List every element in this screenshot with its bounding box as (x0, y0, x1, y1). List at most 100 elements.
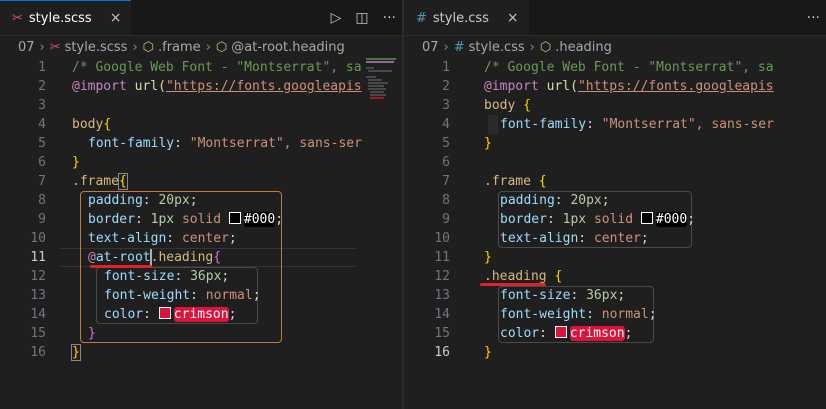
scss-file-icon: ✂ (49, 39, 61, 55)
code-line: } (71, 344, 81, 361)
code-line: border: 1px solid #000; (500, 212, 696, 227)
code-line: color: crimson; (104, 307, 237, 322)
breadcrumb: 07 › ✂ style.scss › ⬡ .frame › ⬡ @at-roo… (18, 36, 345, 58)
line-number: 14 (30, 307, 46, 322)
red-underline-annotation (480, 283, 546, 286)
breadcrumb-file[interactable]: style.css (469, 40, 525, 55)
chevron-right-icon: › (39, 39, 45, 55)
line-number: 5 (442, 136, 450, 151)
code-line: font-family: "Montserrat", sans-ser (88, 136, 362, 151)
code-line: padding: 20px; (88, 193, 198, 208)
css-file-icon: # (453, 39, 465, 55)
split-editor-icon[interactable]: ◫ (355, 10, 368, 26)
tab-bar: ✂ style.scss × ▷ ◫ ··· (0, 0, 402, 36)
color-swatch[interactable] (554, 326, 567, 338)
line-number: 12 (434, 269, 450, 284)
line-number: 1 (38, 60, 46, 75)
line-number: 6 (38, 155, 46, 170)
line-number: 7 (38, 174, 46, 189)
line-number: 5 (38, 136, 46, 151)
css-file-icon: # (416, 10, 427, 26)
editor-actions: ··· (807, 0, 820, 35)
line-number: 16 (30, 345, 46, 360)
tab-label: style.scss (28, 10, 92, 26)
code-line: @import url("https://fonts.googleapis (72, 79, 362, 94)
run-icon[interactable]: ▷ (331, 10, 342, 26)
breadcrumb: 07 › # style.css › ⬡ .heading (422, 36, 612, 58)
color-swatch[interactable] (228, 212, 241, 224)
line-number: 2 (38, 79, 46, 94)
color-swatch[interactable] (640, 212, 653, 224)
breadcrumb-folder[interactable]: 07 (422, 40, 439, 55)
code-line: font-size: 36px; (104, 269, 230, 284)
tab-style-scss[interactable]: ✂ style.scss × (0, 0, 132, 35)
css-editor-pane: # style.css × ··· 07 › # style.css › ⬡ .… (404, 0, 826, 409)
color-swatch[interactable] (158, 307, 171, 319)
chevron-right-icon: › (529, 39, 535, 55)
line-number: 14 (434, 307, 450, 322)
code-line: } (72, 155, 80, 170)
indent-guide (488, 115, 498, 134)
code-line: padding: 20px; (500, 193, 610, 208)
more-actions-icon[interactable]: ··· (807, 10, 820, 26)
code-line: @import url("https://fonts.googleapis (484, 79, 774, 94)
close-icon[interactable]: × (507, 10, 519, 26)
text-cursor (150, 249, 152, 266)
line-number: 9 (442, 212, 450, 227)
line-number: 13 (434, 288, 450, 303)
line-number: 11 (434, 250, 450, 265)
chevron-right-icon: › (443, 39, 449, 55)
breadcrumb-selector[interactable]: @at-root.heading (231, 40, 345, 55)
line-number: 15 (434, 326, 450, 341)
code-line: border: 1px solid #000; (88, 212, 284, 227)
breadcrumb-file[interactable]: style.scss (65, 40, 128, 55)
code-line: .frame{ (72, 173, 128, 190)
code-line: text-align: center; (500, 231, 649, 246)
breadcrumb-selector[interactable]: .heading (555, 40, 612, 55)
tab-bar: # style.css × ··· (404, 0, 826, 36)
line-number: 4 (442, 117, 450, 132)
scss-editor-pane: ✂ style.scss × ▷ ◫ ··· 07 › ✂ style.scss… (0, 0, 402, 409)
line-number: 13 (30, 288, 46, 303)
close-icon[interactable]: × (110, 10, 122, 26)
selector-icon: ⬡ (142, 39, 154, 55)
code-line: font-family: "Montserrat", sans-ser (500, 117, 774, 132)
line-number: 7 (442, 174, 450, 189)
line-number: 10 (30, 231, 46, 246)
line-number: 3 (38, 98, 46, 113)
selector-icon: ⬡ (539, 39, 552, 55)
code-line: body { (484, 98, 531, 113)
breadcrumb-selector[interactable]: .frame (158, 40, 201, 55)
breadcrumb-folder[interactable]: 07 (18, 40, 35, 55)
tab-style-css[interactable]: # style.css × (404, 0, 529, 35)
more-actions-icon[interactable]: ··· (383, 10, 396, 26)
selector-icon: ⬡ (215, 39, 228, 55)
line-number: 11 (30, 250, 46, 265)
code-line: /* Google Web Font - "Montserrat", sa (484, 60, 774, 75)
line-number: 8 (442, 193, 450, 208)
tab-label: style.css (432, 10, 489, 26)
code-line: } (484, 250, 492, 265)
code-line: } (484, 136, 492, 151)
code-line: font-weight: normal; (104, 288, 261, 303)
line-number: 16 (434, 345, 450, 360)
minimap[interactable] (364, 58, 402, 358)
chevron-right-icon: › (205, 39, 211, 55)
line-number: 10 (434, 231, 450, 246)
code-line: /* Google Web Font - "Montserrat", sa (72, 60, 362, 75)
code-line: .frame { (484, 174, 547, 189)
line-number: 2 (442, 79, 450, 94)
code-line: color: crimson; (500, 326, 633, 341)
line-number: 9 (38, 212, 46, 227)
line-number: 1 (442, 60, 450, 75)
red-underline-annotation (90, 265, 152, 268)
line-number: 6 (442, 155, 450, 170)
code-line: } (484, 345, 492, 360)
line-number: 15 (30, 326, 46, 341)
code-line: font-weight: normal; (500, 307, 657, 322)
line-number: 4 (38, 117, 46, 132)
code-line: body{ (72, 117, 112, 132)
editor-actions: ▷ ◫ ··· (331, 0, 396, 35)
line-number: 8 (38, 193, 46, 208)
code-line: } (88, 326, 96, 341)
